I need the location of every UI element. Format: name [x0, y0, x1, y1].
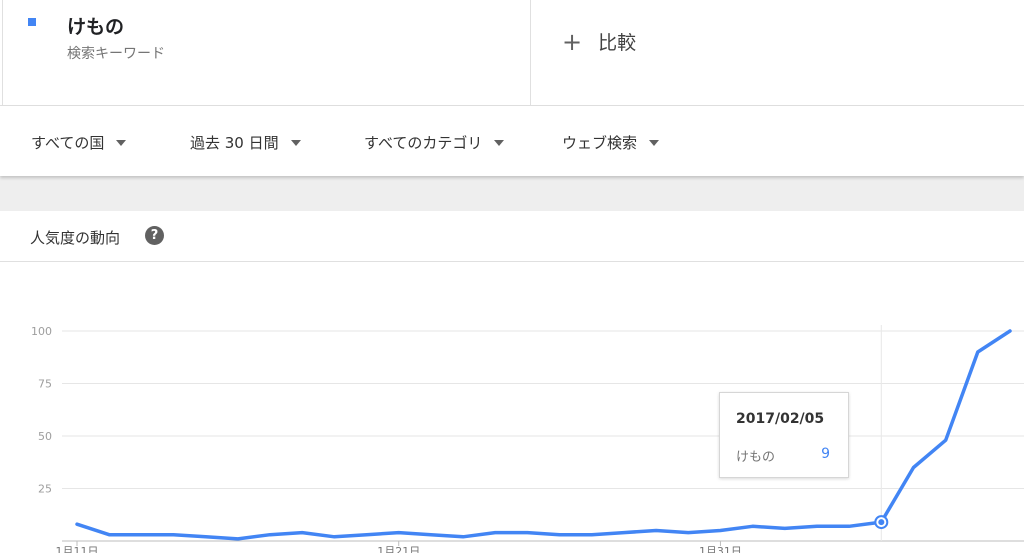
tooltip-term: けもの — [736, 450, 776, 465]
y-tick-label: 100 — [31, 325, 52, 338]
search-type-filter[interactable]: ウェブ検索 — [562, 132, 660, 153]
help-icon[interactable]: ? — [145, 226, 164, 245]
category-filter-label: すべてのカテゴリ — [364, 134, 483, 152]
time-range-filter[interactable]: 過去 30 日間 — [190, 132, 301, 153]
chevron-down-icon — [494, 139, 505, 146]
search-term-subtitle: 検索キーワード — [67, 46, 165, 62]
chevron-down-icon — [116, 139, 127, 146]
series-color-marker — [28, 18, 36, 26]
x-tick-label: 1月21日 — [377, 545, 420, 553]
country-filter[interactable]: すべての国 — [31, 132, 127, 153]
x-tick-label: 1月11日 — [56, 545, 99, 553]
interest-line-chart[interactable]: 25 50 75 100 1月11日 1月21日 1月31日 — [0, 263, 1024, 553]
card-title: 人気度の動向 — [30, 229, 121, 247]
y-tick-label: 50 — [38, 430, 52, 443]
series-line — [75, 329, 1012, 541]
x-tick-label: 1月31日 — [699, 545, 742, 553]
search-terms-bar: けもの 検索キーワード + 比較 — [0, 0, 1024, 106]
plus-icon: + — [562, 27, 583, 56]
category-filter[interactable]: すべてのカテゴリ — [364, 132, 505, 153]
chevron-down-icon — [649, 139, 660, 146]
interest-over-time-card: 人気度の動向 ? 25 50 75 100 1月11日 1月21日 1月31日 — [0, 211, 1024, 553]
time-range-filter-label: 過去 30 日間 — [190, 134, 279, 152]
chart-tooltip: 2017/02/05 けもの 9 — [719, 392, 849, 478]
compare-button[interactable]: + 比較 — [562, 28, 636, 55]
y-tick-label: 75 — [38, 378, 52, 391]
filters-bar: すべての国 過去 30 日間 すべてのカテゴリ ウェブ検索 — [0, 106, 1024, 176]
tooltip-value: 9 — [821, 446, 830, 462]
search-term-card[interactable]: けもの 検索キーワード — [2, 0, 531, 105]
chevron-down-icon — [290, 139, 301, 146]
trends-page: けもの 検索キーワード + 比較 すべての国 過去 30 日間 すべてのカテゴリ… — [0, 0, 1024, 553]
search-type-filter-label: ウェブ検索 — [562, 134, 638, 152]
country-filter-label: すべての国 — [31, 134, 105, 152]
compare-label: 比較 — [598, 32, 637, 54]
tooltip-date: 2017/02/05 — [736, 411, 825, 427]
y-tick-label: 25 — [38, 483, 52, 496]
highlighted-data-point-core — [878, 519, 885, 526]
card-header: 人気度の動向 ? — [0, 211, 1024, 262]
search-term-name[interactable]: けもの — [67, 12, 124, 39]
